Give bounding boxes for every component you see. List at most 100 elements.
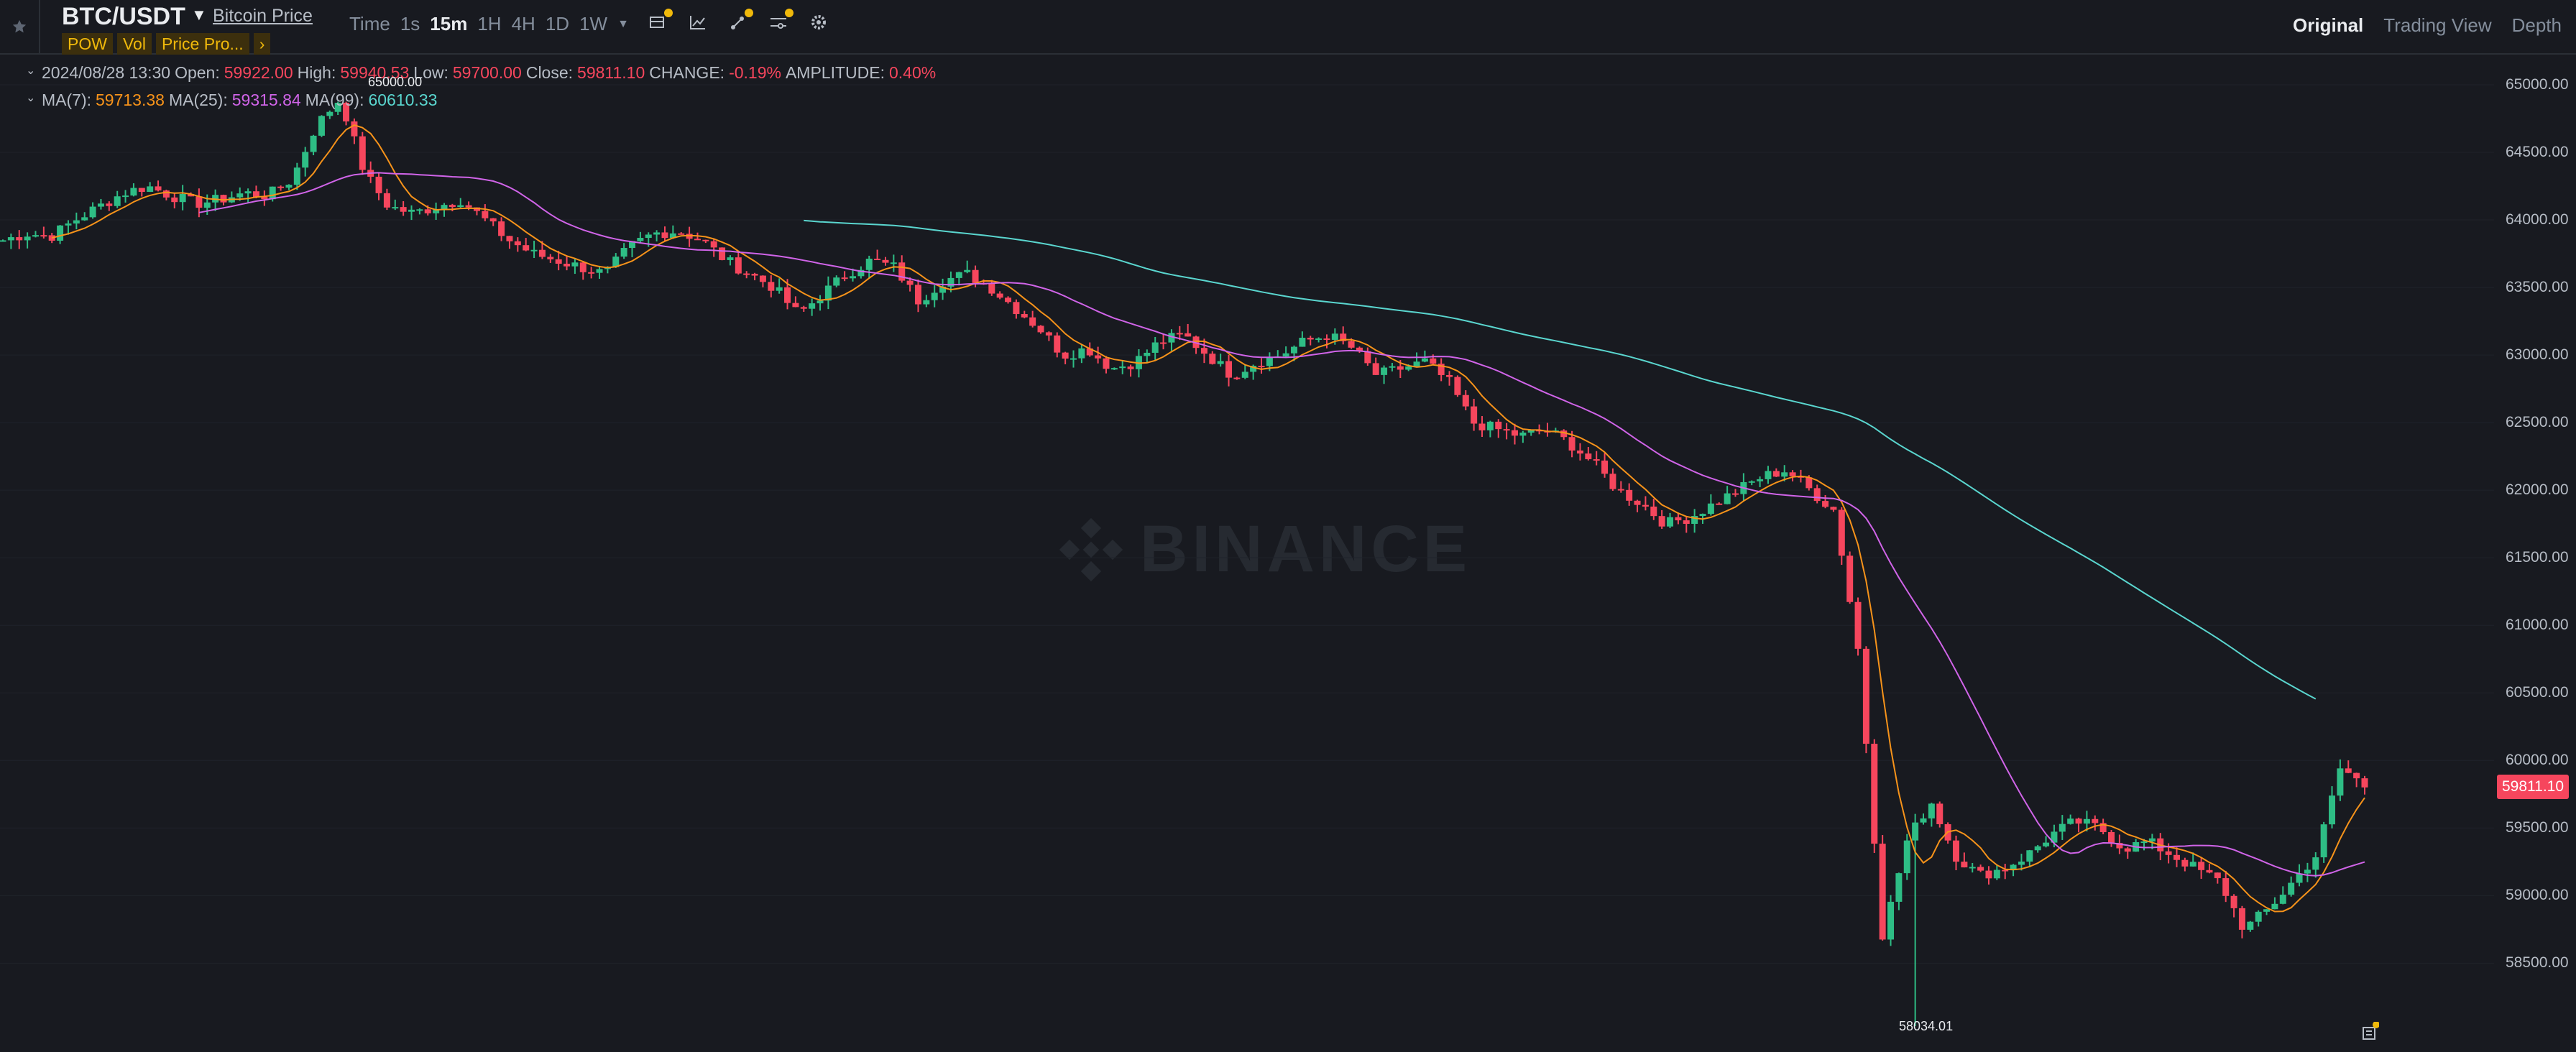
candle-down: [1952, 840, 1959, 862]
ohlc-legend: 2024/08/28 13:30 Open: 59922.00 High: 59…: [42, 63, 936, 83]
candle-up: [1887, 901, 1895, 940]
candle-up: [310, 135, 317, 152]
legend-low: 59700.00: [452, 63, 522, 82]
indicators-icon[interactable]: [647, 9, 673, 33]
candle-up: [2271, 903, 2278, 910]
candle-up: [1699, 514, 1706, 517]
legend-collapse-caret-icon[interactable]: ⌄: [26, 63, 35, 78]
interval-4h[interactable]: 4H: [512, 13, 535, 35]
tag-price-protection[interactable]: Price Pro...: [155, 33, 249, 55]
price-link[interactable]: Bitcoin Price: [213, 6, 313, 27]
tag-row: POW Vol Price Pro... ›: [62, 33, 271, 55]
pair-title[interactable]: BTC/USDT: [62, 3, 185, 31]
candle-down: [759, 275, 766, 282]
candle-down: [784, 287, 791, 303]
candle-down: [564, 264, 571, 267]
y-tick-label: 58500.00: [2506, 954, 2569, 971]
drawing-tools-icon[interactable]: [727, 9, 753, 33]
interval-time[interactable]: Time: [349, 13, 390, 35]
candle-down: [2092, 818, 2099, 823]
tag-pow[interactable]: POW: [62, 33, 113, 55]
interval-1w[interactable]: 1W: [579, 13, 607, 35]
ma-legend-caret-icon[interactable]: ⌄: [26, 91, 35, 105]
y-tick-label: 59000.00: [2506, 887, 2569, 903]
interval-1s[interactable]: 1s: [400, 13, 420, 35]
view-original[interactable]: Original: [2293, 14, 2363, 37]
legend-ma99: 60610.33: [368, 91, 438, 109]
candle-up: [1519, 433, 1527, 436]
tag-vol[interactable]: Vol: [116, 33, 152, 55]
candle-down: [1127, 366, 1134, 369]
candle-down: [1054, 335, 1061, 353]
candle-down: [1813, 488, 1821, 502]
data-window-icon[interactable]: [2359, 1021, 2380, 1042]
candle-down: [1731, 493, 1739, 495]
candle-down: [106, 203, 113, 206]
candle-down: [694, 239, 701, 241]
candle-down: [2198, 862, 2205, 870]
candle-down: [1838, 509, 1845, 556]
candle-up: [1078, 348, 1085, 359]
candle-down: [2165, 851, 2172, 855]
chart-type-icon[interactable]: [687, 11, 709, 33]
favorite-star-icon[interactable]: [0, 0, 40, 53]
candle-down: [1495, 421, 1502, 430]
candle-up: [809, 303, 816, 309]
candle-up: [1667, 517, 1674, 527]
candle-down: [1160, 342, 1167, 344]
candle-up: [596, 269, 603, 273]
candle-up: [24, 236, 31, 241]
candle-down: [996, 293, 1003, 298]
candle-down: [2222, 878, 2230, 896]
candle-down: [1789, 472, 1796, 476]
candle-up: [2034, 846, 2041, 851]
candle-up: [65, 223, 72, 226]
candle-down: [489, 218, 497, 222]
legend-ma99-label: MA(99):: [305, 91, 364, 109]
candle-up: [1331, 333, 1338, 340]
candle-up: [1241, 372, 1248, 378]
tag-more-chevron-icon[interactable]: ›: [253, 33, 271, 55]
candle-up: [1781, 472, 1788, 477]
candle-down: [1772, 471, 1780, 477]
legend-open-label: Open:: [175, 63, 220, 82]
legend-amplitude-label: AMPLITUDE:: [785, 63, 885, 82]
interval-1h[interactable]: 1H: [477, 13, 501, 35]
candle-down: [1806, 477, 1813, 489]
candle-up: [2018, 862, 2025, 865]
interval-more-caret-icon[interactable]: ▼: [617, 18, 629, 31]
interval-1d[interactable]: 1D: [546, 13, 569, 35]
candle-down: [1103, 358, 1110, 369]
candle-up: [1266, 356, 1273, 366]
candle-down: [1593, 459, 1600, 461]
candle-down: [914, 285, 921, 305]
candle-down: [16, 237, 23, 241]
candle-up: [2083, 818, 2090, 824]
candle-up: [457, 205, 464, 208]
layout-icon[interactable]: [768, 9, 794, 33]
candle-up: [2043, 842, 2050, 846]
view-trading-view[interactable]: Trading View: [2383, 14, 2491, 37]
candle-up: [1724, 493, 1731, 504]
candle-up: [326, 111, 334, 116]
candle-up: [2140, 841, 2148, 844]
candle-down: [252, 191, 259, 198]
legend-open: 59922.00: [224, 63, 293, 82]
candle-up: [1110, 368, 1118, 370]
candlestick-chart[interactable]: [0, 53, 2494, 1052]
candle-up: [1486, 421, 1494, 430]
legend-ma25-label: MA(25):: [168, 91, 228, 109]
legend-high-label: High:: [297, 63, 336, 82]
candle-down: [1634, 500, 1641, 505]
candle-up: [1928, 803, 1935, 818]
candle-down: [538, 249, 546, 257]
candle-down: [1609, 474, 1616, 489]
interval-15m[interactable]: 15m: [430, 13, 467, 35]
candle-up: [2312, 857, 2319, 870]
interval-selector: Time 1s 15m 1H 4H 1D 1W ▼: [349, 13, 629, 35]
view-depth[interactable]: Depth: [2512, 14, 2562, 37]
candle-down: [1471, 406, 1478, 424]
settings-icon[interactable]: [808, 11, 829, 33]
pair-dropdown-caret-icon[interactable]: ▼: [191, 6, 207, 24]
candle-up: [236, 193, 244, 198]
